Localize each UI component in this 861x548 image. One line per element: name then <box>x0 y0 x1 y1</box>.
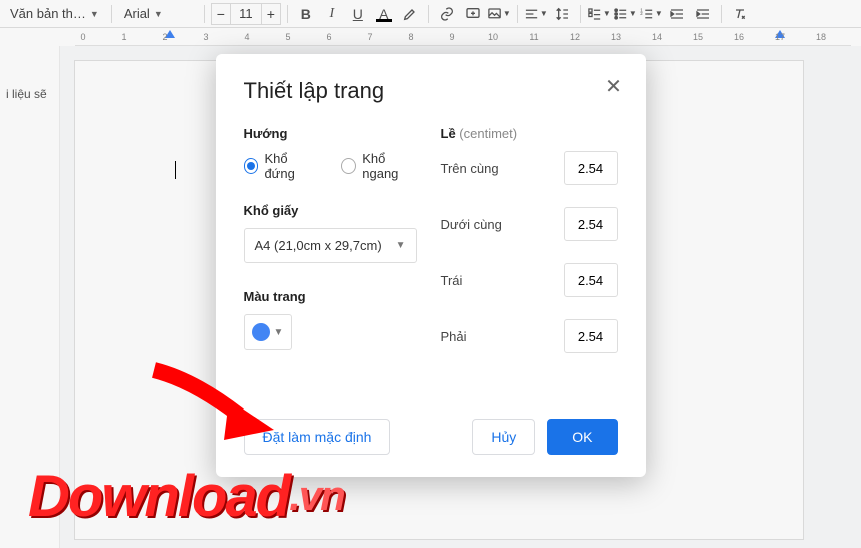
landscape-label: Khổ ngang <box>362 151 420 181</box>
radio-unchecked-icon <box>341 158 356 174</box>
margin-bottom-input[interactable] <box>564 207 618 241</box>
paper-size-dropdown[interactable]: A4 (21,0cm x 29,7cm) ▼ <box>244 228 417 263</box>
radio-checked-icon <box>244 158 259 174</box>
margin-top-label: Trên cùng <box>441 161 499 176</box>
page-color-dropdown[interactable]: ▼ <box>244 314 292 350</box>
dialog-title: Thiết lập trang <box>244 78 618 104</box>
color-swatch-icon <box>252 323 270 341</box>
portrait-label: Khổ đứng <box>264 151 317 181</box>
margins-label: Lề (centimet) <box>441 126 618 141</box>
margin-right-label: Phải <box>441 329 467 344</box>
margin-bottom-label: Dưới cùng <box>441 217 502 232</box>
watermark-main: Download <box>28 464 289 529</box>
close-button[interactable]: ✕ <box>602 74 626 98</box>
orientation-landscape-radio[interactable]: Khổ ngang <box>341 151 420 181</box>
margin-left-input[interactable] <box>564 263 618 297</box>
orientation-label: Hướng <box>244 126 421 141</box>
ok-button[interactable]: OK <box>547 419 617 455</box>
watermark-suffix: .vn <box>289 472 344 519</box>
paper-size-label: Khổ giấy <box>244 203 421 218</box>
cancel-button[interactable]: Hủy <box>472 419 535 455</box>
page-color-label: Màu trang <box>244 289 421 304</box>
paper-size-value: A4 (21,0cm x 29,7cm) <box>255 238 382 253</box>
page-setup-dialog: Thiết lập trang ✕ Hướng Khổ đứng Khổ nga… <box>216 54 646 477</box>
caret-down-icon: ▼ <box>274 327 284 338</box>
margin-left-label: Trái <box>441 273 463 288</box>
watermark: Download.vn <box>28 463 344 530</box>
margin-right-input[interactable] <box>564 319 618 353</box>
margin-top-input[interactable] <box>564 151 618 185</box>
orientation-portrait-radio[interactable]: Khổ đứng <box>244 151 318 181</box>
caret-down-icon: ▼ <box>396 240 406 251</box>
annotation-arrow <box>144 360 274 440</box>
